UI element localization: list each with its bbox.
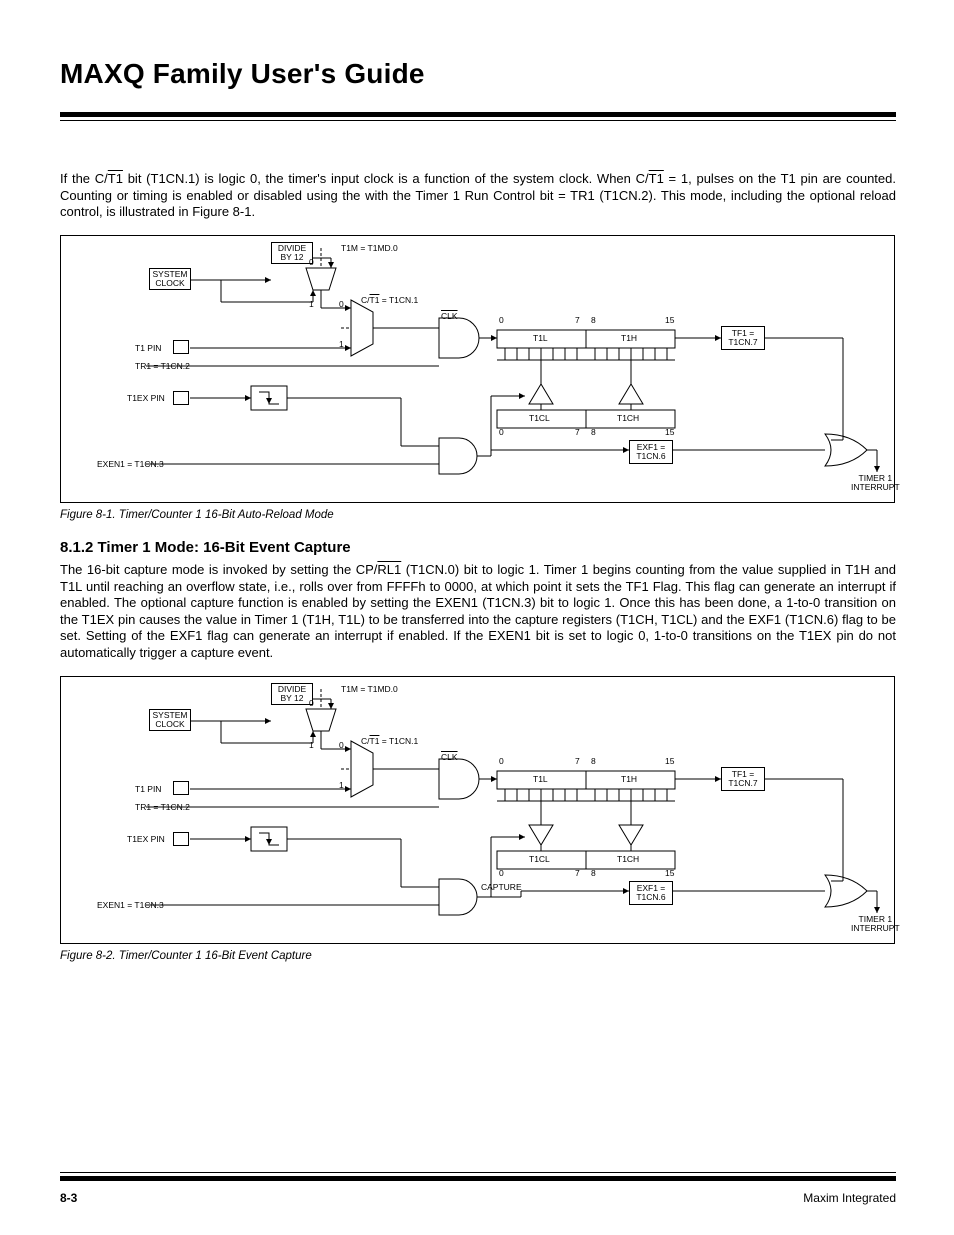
fig1-t1ex-box	[173, 391, 189, 405]
fig2-tf1-box: TF1 = T1CN.7	[721, 767, 765, 791]
page-number: 8-3	[60, 1191, 77, 1205]
header-rule-thin	[60, 120, 896, 121]
fig1-bit15-bot: 15	[665, 428, 674, 437]
fig2-mux2-0: 0	[339, 741, 344, 750]
fig1-bit7-top: 7	[575, 316, 580, 325]
fig2-t1ex-box	[173, 832, 189, 846]
fig1-divide-box: DIVIDE BY 12	[271, 242, 313, 264]
fig1-mux1-0: 0	[309, 258, 314, 267]
fig1-bit0-bot: 0	[499, 428, 504, 437]
page-title: MAXQ Family User's Guide	[60, 58, 896, 90]
paragraph-1: If the C/T1 bit (T1CN.1) is logic 0, the…	[60, 171, 896, 221]
fig1-ct1-label: C/T1 = T1CN.1	[361, 296, 418, 305]
fig1-bit15-top: 15	[665, 316, 674, 325]
fig1-bit0-top: 0	[499, 316, 504, 325]
fig1-t1ex-label: T1EX PIN	[127, 394, 165, 403]
fig1-t1h-label: T1H	[621, 334, 637, 343]
fig1-bit8-top: 8	[591, 316, 596, 325]
fig1-sysclock-box: SYSTEM CLOCK	[149, 268, 191, 290]
fig2-ct1-label: C/T1 = T1CN.1	[361, 737, 418, 746]
fig2-bit15-bot: 15	[665, 869, 674, 878]
fig1-t1pin-box	[173, 340, 189, 354]
fig1-exf1-box: EXF1 = T1CN.6	[629, 440, 673, 464]
fig1-bit7-bot: 7	[575, 428, 580, 437]
fig1-t1ch-label: T1CH	[617, 414, 639, 423]
section-8-1-2-heading: 8.1.2 Timer 1 Mode: 16-Bit Event Capture	[60, 539, 896, 556]
fig2-t1ch-label: T1CH	[617, 855, 639, 864]
fig2-bit8-bot: 8	[591, 869, 596, 878]
fig1-clk-label: CLK	[441, 312, 458, 321]
fig1-t1m-label: T1M = T1MD.0	[341, 244, 398, 253]
footer-brand: Maxim Integrated	[803, 1191, 896, 1205]
fig2-divide-box: DIVIDE BY 12	[271, 683, 313, 705]
fig1-mux1-1: 1	[309, 300, 314, 309]
fig1-timerint-label: TIMER 1 INTERRUPT	[851, 474, 900, 492]
page-footer: 8-3 Maxim Integrated	[0, 1169, 954, 1205]
fig1-tr1-label: TR1 = T1CN.2	[135, 362, 190, 371]
fig2-mux1-1: 1	[309, 741, 314, 750]
fig2-tr1-label: TR1 = T1CN.2	[135, 803, 190, 812]
fig1-t1cl-label: T1CL	[529, 414, 550, 423]
fig2-t1l-label: T1L	[533, 775, 548, 784]
fig2-bit0-bot: 0	[499, 869, 504, 878]
paragraph-2: The 16-bit capture mode is invoked by se…	[60, 562, 896, 662]
figure-8-1: DIVIDE BY 12 SYSTEM CLOCK T1M = T1MD.0 C…	[60, 235, 895, 503]
fig1-mux2-1: 1	[339, 340, 344, 349]
fig2-bit8-top: 8	[591, 757, 596, 766]
fig2-clk-label: CLK	[441, 753, 458, 762]
fig2-bit7-top: 7	[575, 757, 580, 766]
fig1-t1l-label: T1L	[533, 334, 548, 343]
fig2-t1h-label: T1H	[621, 775, 637, 784]
fig1-bit8-bot: 8	[591, 428, 596, 437]
header-rule-thick	[60, 112, 896, 117]
fig2-t1pin-label: T1 PIN	[135, 785, 161, 794]
fig2-exf1-box: EXF1 = T1CN.6	[629, 881, 673, 905]
fig1-mux2-0: 0	[339, 300, 344, 309]
fig2-mux1-0: 0	[309, 699, 314, 708]
fig2-t1pin-box	[173, 781, 189, 795]
fig1-t1pin-label: T1 PIN	[135, 344, 161, 353]
fig2-bit15-top: 15	[665, 757, 674, 766]
fig2-bit0-top: 0	[499, 757, 504, 766]
fig2-mux2-1: 1	[339, 781, 344, 790]
figure-8-2: DIVIDE BY 12 SYSTEM CLOCK T1M = T1MD.0 C…	[60, 676, 895, 944]
fig2-sysclock-box: SYSTEM CLOCK	[149, 709, 191, 731]
fig1-exen1-label: EXEN1 = T1CN.3	[97, 460, 164, 469]
fig2-timerint-label: TIMER 1 INTERRUPT	[851, 915, 900, 933]
fig1-tf1-box: TF1 = T1CN.7	[721, 326, 765, 350]
fig2-t1cl-label: T1CL	[529, 855, 550, 864]
fig2-bit7-bot: 7	[575, 869, 580, 878]
fig2-t1m-label: T1M = T1MD.0	[341, 685, 398, 694]
fig2-t1ex-label: T1EX PIN	[127, 835, 165, 844]
figure-8-2-caption: Figure 8-2. Timer/Counter 1 16-Bit Event…	[60, 950, 896, 962]
fig2-capture-label: CAPTURE	[481, 883, 522, 892]
fig2-exen1-label: EXEN1 = T1CN.3	[97, 901, 164, 910]
figure-8-1-caption: Figure 8-1. Timer/Counter 1 16-Bit Auto-…	[60, 509, 896, 521]
